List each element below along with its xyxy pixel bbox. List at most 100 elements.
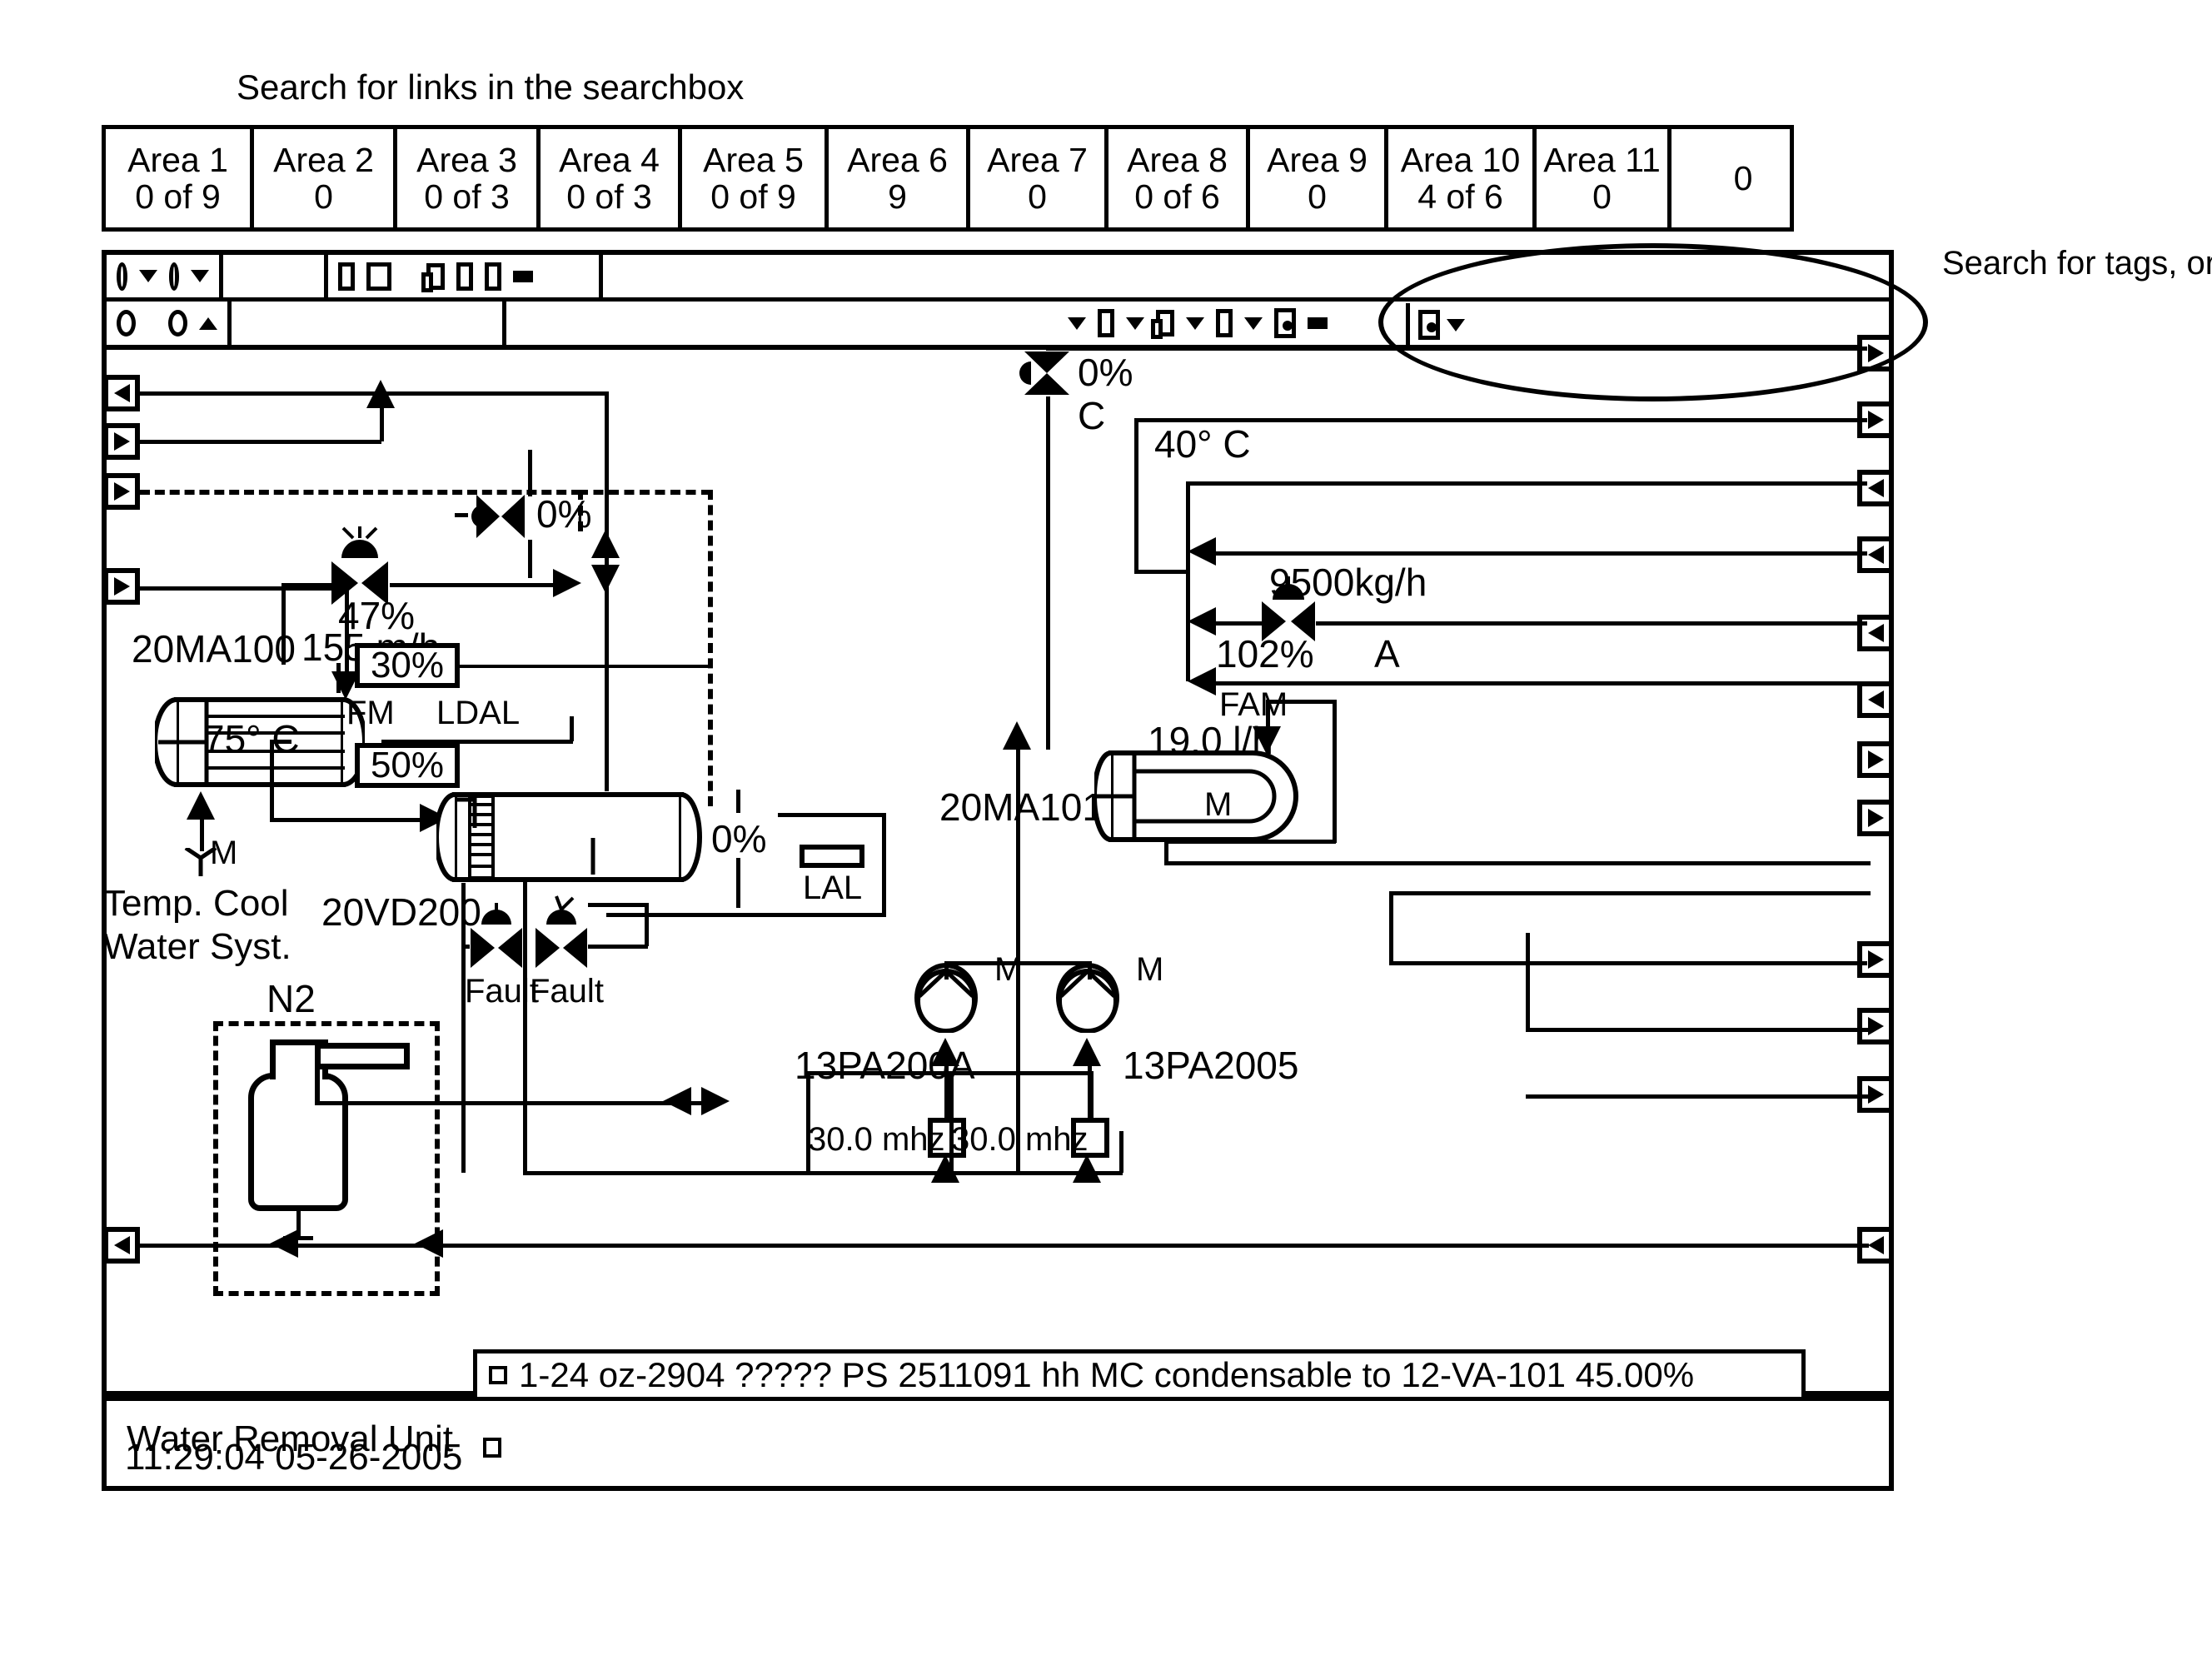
- area-tab-7[interactable]: Area 7 0: [970, 129, 1108, 227]
- alarm-ack-checkbox[interactable]: [489, 1366, 507, 1384]
- chevron-down-icon[interactable]: [138, 270, 157, 282]
- page-filled-icon[interactable]: [366, 262, 391, 291]
- record-icon[interactable]: [1418, 310, 1440, 340]
- pipe-fault-b-top: [588, 903, 648, 907]
- toolbar-group-navigation[interactable]: [107, 255, 223, 297]
- triangle-right-icon: [113, 577, 130, 596]
- area-tab-4[interactable]: Area 4 0 of 3: [541, 129, 682, 227]
- triangle-right-icon: [1867, 809, 1884, 827]
- link-port-right-5[interactable]: [1857, 615, 1894, 651]
- chevron-down-icon[interactable]: [1447, 318, 1465, 332]
- chevron-down-icon[interactable]: [1186, 317, 1204, 330]
- triangle-right-icon: [1867, 750, 1884, 769]
- status-bar: 11:29:04 05-26-2005 1-24 oz-2904 ????? P…: [107, 1349, 1889, 1486]
- valve-fault-a[interactable]: [468, 926, 525, 970]
- pipe-hx-left-out: [270, 818, 423, 822]
- toolbar-group-blank[interactable]: [232, 302, 506, 345]
- temp-left-value: 75° C: [203, 717, 300, 760]
- lal-label: LAL: [803, 870, 863, 906]
- area-tab-count: 0 of 6: [1134, 177, 1220, 216]
- bar-icon[interactable]: [1308, 317, 1328, 329]
- n2-cylinder[interactable]: [248, 1073, 348, 1211]
- chevron-down-icon[interactable]: [1126, 317, 1144, 330]
- link-port-right-6[interactable]: [1857, 681, 1894, 718]
- copy-icon[interactable]: [1151, 310, 1174, 339]
- pipe-header-right: [1186, 481, 1190, 681]
- area-tab-8[interactable]: Area 8 0 of 6: [1108, 129, 1250, 227]
- link-port-right-8[interactable]: [1857, 800, 1894, 836]
- link-port-right-9[interactable]: [1857, 941, 1894, 978]
- toolbar-row-1[interactable]: [107, 255, 1889, 302]
- pipe-right-branch-1-top: [1389, 891, 1871, 895]
- pipe-pump-a-up: [944, 961, 949, 980]
- circle-icon[interactable]: [168, 310, 188, 336]
- arrow-up-coolwater: [187, 791, 215, 820]
- ldal-value-box[interactable]: 50%: [355, 743, 460, 788]
- chevron-up-icon[interactable]: [199, 317, 218, 330]
- circle-icon[interactable]: [117, 310, 136, 336]
- signal-line-dashed-v2: [708, 490, 713, 806]
- area-tab-label: Area 1: [127, 140, 228, 179]
- circle-dropdown-icon[interactable]: [117, 262, 127, 291]
- area-tab-10[interactable]: Area 10 4 of 6: [1388, 129, 1537, 227]
- pipe-header-right-top: [1186, 481, 1867, 486]
- toolbar-group-empty[interactable]: [223, 255, 328, 297]
- tag-search-field[interactable]: [1406, 303, 1894, 346]
- alarm-second-checkbox[interactable]: [483, 1438, 501, 1458]
- record-icon[interactable]: [1274, 308, 1296, 338]
- page-icon[interactable]: [338, 262, 355, 291]
- area-tab-2[interactable]: Area 2 0: [254, 129, 397, 227]
- lal-indicator-box[interactable]: [800, 845, 864, 868]
- pipe-pump-b-up: [1088, 961, 1092, 980]
- alarm-message-box[interactable]: 1-24 oz-2904 ????? PS 2511091 hh MC cond…: [473, 1349, 1806, 1401]
- valve-right-actuator: [1271, 576, 1306, 601]
- searchbox-hint-label: Search for links in the searchbox: [237, 67, 745, 107]
- circle-dropdown-icon[interactable]: [168, 262, 179, 291]
- link-port-right-3[interactable]: [1857, 470, 1894, 506]
- pipe-bottom-left: [140, 1244, 398, 1248]
- heat-exchanger-20MA101[interactable]: [1092, 750, 1303, 843]
- link-port-left-3[interactable]: [103, 473, 140, 510]
- link-port-left-5[interactable]: [103, 1227, 140, 1264]
- area-tab-1[interactable]: Area 1 0 of 9: [106, 129, 254, 227]
- area-tab-9[interactable]: Area 9 0: [1250, 129, 1388, 227]
- link-port-right-7[interactable]: [1857, 741, 1894, 778]
- triangle-left-icon: [1867, 624, 1884, 642]
- pipe-vfd-a-bottom: [806, 1171, 948, 1175]
- copy-icon[interactable]: [421, 262, 445, 292]
- pipe-right-branch-3: [1526, 1094, 1869, 1099]
- page-icon[interactable]: [456, 262, 473, 291]
- link-port-left-4[interactable]: [103, 568, 140, 605]
- valve-fault-b[interactable]: [533, 926, 590, 970]
- area-tab-12[interactable]: 0: [1671, 129, 1815, 227]
- bar-icon[interactable]: [513, 270, 533, 282]
- chevron-down-icon[interactable]: [1244, 317, 1263, 330]
- chevron-down-icon[interactable]: [191, 270, 209, 282]
- chevron-down-icon[interactable]: [1068, 317, 1086, 330]
- valve-top-right[interactable]: [1018, 348, 1076, 398]
- link-port-left-2[interactable]: [103, 423, 140, 460]
- area-tab-strip[interactable]: Area 1 0 of 9 Area 2 0 Area 3 0 of 3 Are…: [102, 125, 1794, 232]
- pump-a-speed: 30.0 mhz: [808, 1121, 945, 1158]
- link-port-left-1[interactable]: [103, 375, 140, 411]
- link-port-right-1[interactable]: [1857, 335, 1894, 371]
- pipe-hx-right-loop-v: [1333, 700, 1337, 843]
- toolbar-group-nav-2[interactable]: [107, 302, 232, 345]
- area-tab-5[interactable]: Area 5 0 of 9: [682, 129, 829, 227]
- page-icon[interactable]: [1216, 309, 1233, 337]
- vessel-20VD200[interactable]: [434, 791, 703, 883]
- n2-handle[interactable]: [315, 1043, 410, 1069]
- link-port-right-10[interactable]: [1857, 1008, 1894, 1044]
- fm-value-box[interactable]: 30%: [355, 643, 460, 688]
- page-icon[interactable]: [485, 262, 501, 291]
- area-tab-3[interactable]: Area 3 0 of 3: [397, 129, 541, 227]
- valve-top-mid[interactable]: [471, 491, 530, 541]
- area-tab-6[interactable]: Area 6 9: [829, 129, 970, 227]
- search-input[interactable]: [1475, 307, 1894, 342]
- pipe-fault-b-right: [588, 945, 648, 949]
- toolbar-group-pages[interactable]: [328, 255, 603, 297]
- area-tab-11[interactable]: Area 11 0: [1537, 129, 1671, 227]
- pipe-top-1v: [605, 391, 609, 530]
- pipe-vfd-b-bottom: [949, 1171, 1091, 1175]
- page-icon[interactable]: [1098, 309, 1114, 337]
